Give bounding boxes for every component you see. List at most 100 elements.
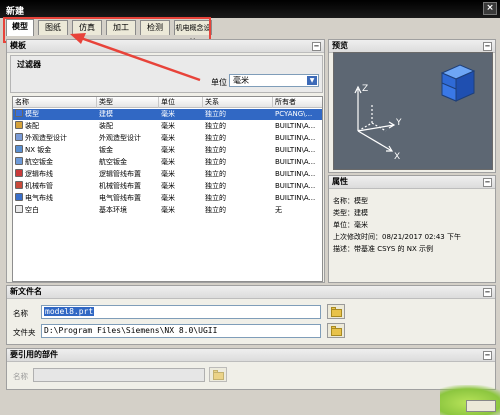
table-row[interactable]: 航空钣金 航空钣金 毫米 独立的 BUILTIN\A... — [13, 157, 322, 168]
cell-name-text: NX 钣金 — [25, 146, 52, 154]
column-header-type[interactable]: 类型 — [97, 97, 159, 108]
property-last-modified: 上次修改时间：08/21/2017 02:43 下午 — [333, 233, 461, 241]
cell-type: 建模 — [97, 109, 159, 120]
cell-relation: 独立的 — [203, 109, 273, 120]
template-section-header[interactable]: 模板 − — [7, 40, 324, 53]
window-title: 新建 — [6, 7, 25, 17]
cell-owner-text: 无 — [275, 206, 282, 214]
shape-studio-icon — [15, 133, 23, 141]
cell-unit: 毫米 — [159, 145, 203, 156]
cell-owner: BUILTIN\A... — [273, 145, 324, 156]
blank-icon — [15, 205, 23, 213]
cell-type-text: 机械管线布置 — [99, 182, 141, 190]
cell-unit-text: 毫米 — [161, 158, 175, 166]
preview-title: 预览 — [332, 41, 348, 50]
cell-unit: 毫米 — [159, 157, 203, 168]
cell-owner: BUILTIN\A... — [273, 169, 324, 180]
cell-unit-text: 毫米 — [161, 206, 175, 214]
new-file-collapse-icon[interactable]: − — [483, 288, 492, 297]
table-row[interactable]: 空白 基本环境 毫米 独立的 无 — [13, 205, 322, 216]
new-file-section-header[interactable]: 新文件名 − — [7, 286, 495, 299]
window-titlebar: 新建 × — [0, 0, 500, 18]
table-row[interactable]: NX 钣金 钣金 毫米 独立的 BUILTIN\A... — [13, 145, 322, 156]
table-row[interactable]: 机械布管 机械管线布置 毫米 独立的 BUILTIN\A... — [13, 181, 322, 192]
cell-relation-text: 独立的 — [205, 134, 226, 142]
cell-owner: BUILTIN\A... — [273, 181, 324, 192]
table-row[interactable]: 电气布线 电气管线布置 毫米 独立的 BUILTIN\A... — [13, 193, 322, 204]
aero-sheet-metal-icon — [15, 157, 23, 165]
cell-unit: 毫米 — [159, 109, 203, 120]
template-collapse-icon[interactable]: − — [312, 42, 321, 51]
cell-relation-text: 独立的 — [205, 206, 226, 214]
cell-type: 钣金 — [97, 145, 159, 156]
file-name-value: model8.prt — [44, 307, 95, 316]
file-name-input[interactable]: model8.prt — [41, 305, 321, 319]
chevron-down-icon[interactable]: ▼ — [307, 76, 317, 85]
cell-relation-text: 独立的 — [205, 158, 226, 166]
cell-relation: 独立的 — [203, 145, 273, 156]
cell-type-text: 电气管线布置 — [99, 194, 141, 202]
model-icon — [15, 109, 23, 117]
column-header-relation[interactable]: 关系 — [203, 97, 273, 108]
referenced-part-collapse-icon[interactable]: − — [483, 351, 492, 360]
cell-type: 基本环境 — [97, 205, 159, 216]
cell-owner: BUILTIN\A... — [273, 157, 324, 168]
y-axis-label: Y — [395, 118, 402, 128]
new-file-title: 新文件名 — [10, 287, 42, 296]
property-type: 类型：建模 — [333, 209, 368, 217]
cell-owner-text: PCYANG\... — [275, 110, 313, 118]
column-header-unit[interactable]: 单位 — [159, 97, 203, 108]
filter-title: 过滤器 — [17, 60, 41, 69]
model-3d-icon — [440, 64, 476, 102]
cell-type: 电气管线布置 — [97, 193, 159, 204]
preview-csys-graphic: Z Y X — [354, 64, 476, 162]
cell-owner-text: BUILTIN\A... — [275, 122, 316, 130]
cell-type-text: 建模 — [99, 110, 113, 118]
table-header: 名称 类型 单位 关系 所有者 — [13, 97, 322, 108]
cell-relation-text: 独立的 — [205, 194, 226, 202]
sheet-metal-icon — [15, 145, 23, 153]
preview-collapse-icon[interactable]: − — [483, 42, 492, 51]
assembly-icon — [15, 121, 23, 129]
browse-name-button[interactable] — [327, 304, 345, 319]
cell-name: 电气布线 — [13, 193, 97, 204]
folder-label: 文件夹 — [13, 328, 36, 337]
table-row[interactable]: 装配 装配 毫米 独立的 BUILTIN\A... — [13, 121, 322, 132]
cell-name: 航空钣金 — [13, 157, 97, 168]
cell-owner-text: BUILTIN\A... — [275, 182, 316, 190]
cell-unit-text: 毫米 — [161, 122, 175, 130]
cell-type: 航空钣金 — [97, 157, 159, 168]
cell-unit-text: 毫米 — [161, 194, 175, 202]
cell-unit-text: 毫米 — [161, 170, 175, 178]
table-row[interactable]: 模型 建模 毫米 独立的 PCYANG\... — [13, 109, 322, 120]
properties-collapse-icon[interactable]: − — [483, 178, 492, 187]
new-file-panel: 新文件名 − 名称 model8.prt 文件夹 D:\Program File… — [6, 285, 496, 345]
table-row[interactable]: 外观造型设计 外观造型设计 毫米 独立的 BUILTIN\A... — [13, 133, 322, 144]
cell-owner-text: BUILTIN\A... — [275, 158, 316, 166]
cell-name: 装配 — [13, 121, 97, 132]
cell-unit-text: 毫米 — [161, 134, 175, 142]
referenced-part-section-header[interactable]: 要引用的部件 − — [7, 349, 495, 362]
cell-owner: BUILTIN\A... — [273, 193, 324, 204]
property-description: 描述：带基准 CSYS 的 NX 示例 — [333, 245, 433, 253]
cell-owner-text: BUILTIN\A... — [275, 134, 316, 142]
unit-select[interactable]: 毫米 ▼ — [229, 74, 319, 87]
close-button[interactable]: × — [483, 2, 497, 15]
ok-button[interactable] — [466, 400, 496, 412]
cell-relation-text: 独立的 — [205, 170, 226, 178]
logical-routing-icon — [15, 169, 23, 177]
properties-section-header[interactable]: 属性 − — [329, 176, 495, 189]
column-header-owner[interactable]: 所有者 — [273, 97, 324, 108]
browse-folder-button[interactable] — [327, 323, 345, 338]
column-header-name[interactable]: 名称 — [13, 97, 97, 108]
referenced-part-name-label: 名称 — [13, 372, 28, 381]
folder-input[interactable]: D:\Program Files\Siemens\NX 8.0\UGII — [41, 324, 321, 338]
table-row[interactable]: 逻辑布线 逻辑管线布置 毫米 独立的 BUILTIN\A... — [13, 169, 322, 180]
cell-type-text: 钣金 — [99, 146, 113, 154]
cell-name-text: 外观造型设计 — [25, 134, 67, 142]
cell-relation-text: 独立的 — [205, 146, 226, 154]
cell-name-text: 航空钣金 — [25, 158, 53, 166]
cell-owner-text: BUILTIN\A... — [275, 146, 316, 154]
electrical-routing-icon — [15, 193, 23, 201]
cell-relation: 独立的 — [203, 193, 273, 204]
